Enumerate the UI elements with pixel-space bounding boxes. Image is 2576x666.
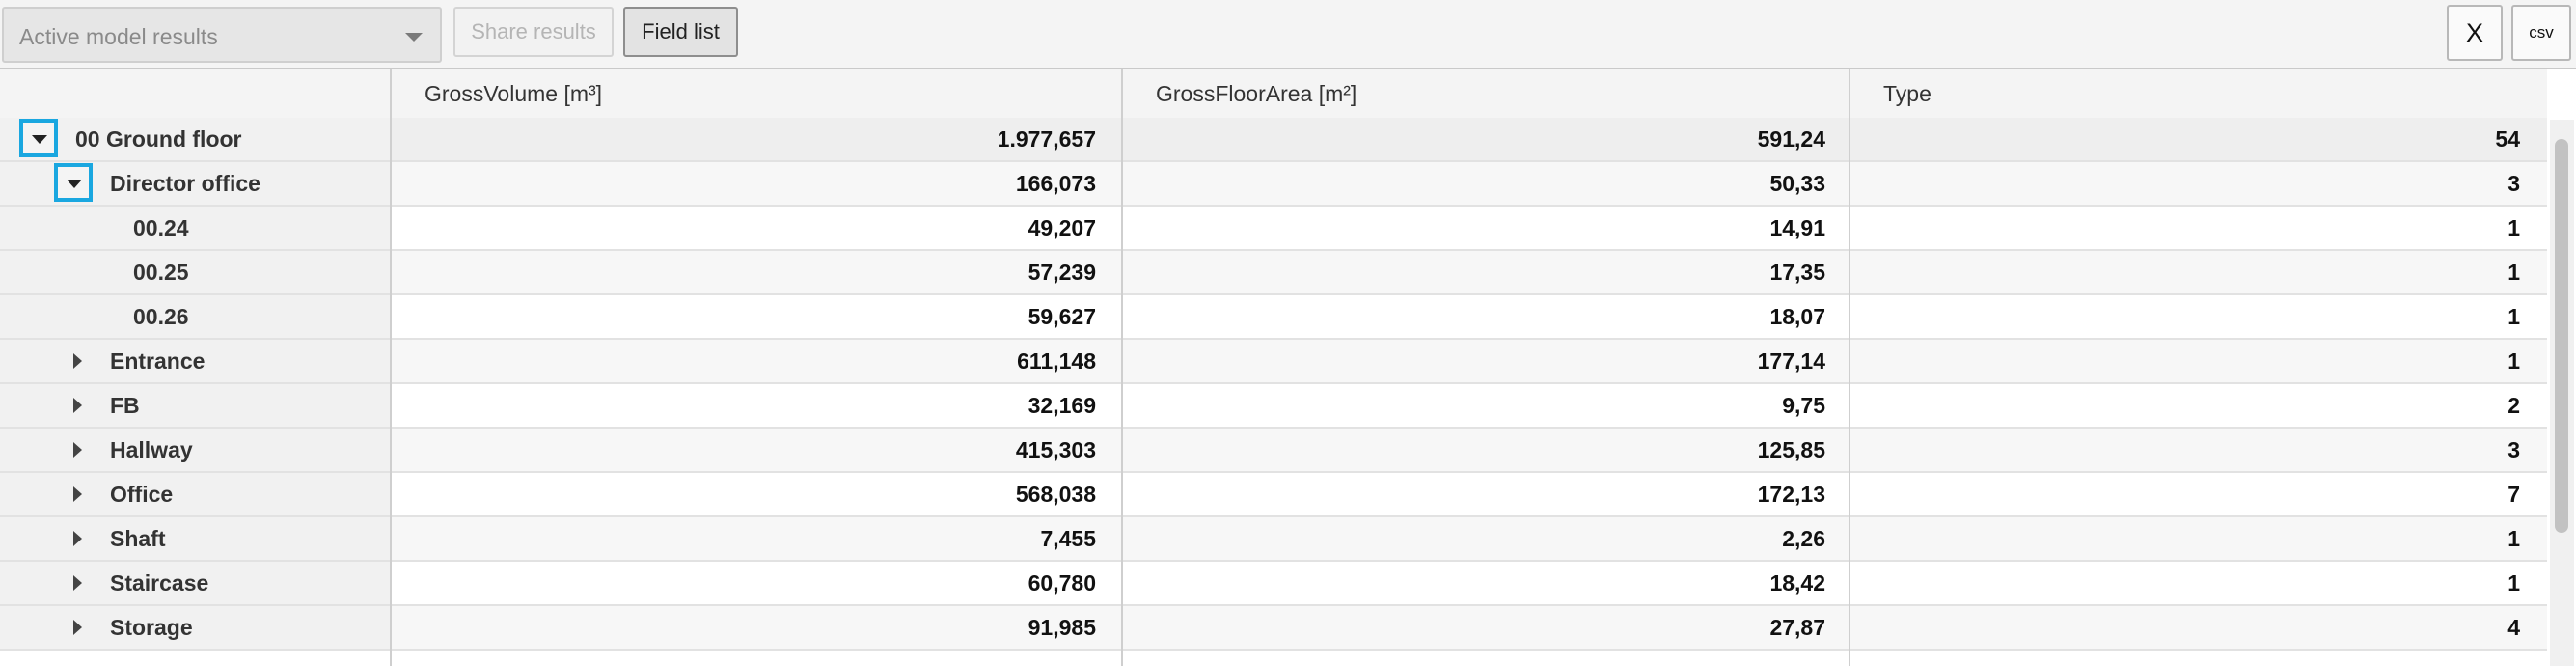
type-cell: 54 <box>2495 126 2520 152</box>
grossfloorarea-cell: 50,33 <box>1769 171 1825 196</box>
row-header: 00.26 <box>0 295 390 338</box>
grossfloorarea-cell: 177,14 <box>1757 348 1825 374</box>
row-label: 00 Ground floor <box>75 126 242 152</box>
results-dropdown-value: Active model results <box>19 24 218 49</box>
row-header: 00.25 <box>0 251 390 293</box>
grossvolume-cell: 7,455 <box>1040 526 1096 551</box>
caret-right-icon[interactable] <box>73 353 82 369</box>
row-header: FB <box>0 384 390 427</box>
table-row[interactable]: Office 568,038 172,13 7 <box>0 473 2547 517</box>
grossfloorarea-cell: 172,13 <box>1757 482 1825 507</box>
column-divider <box>390 69 392 666</box>
row-label: Director office <box>110 171 260 196</box>
row-header: 00.24 <box>0 207 390 249</box>
column-divider <box>1121 69 1123 666</box>
grossfloorarea-cell: 2,26 <box>1782 526 1825 551</box>
table-row[interactable]: FB 32,169 9,75 2 <box>0 384 2547 429</box>
caret-down-icon[interactable] <box>54 163 93 202</box>
table-row[interactable]: 00.24 49,207 14,91 1 <box>0 207 2547 251</box>
row-label: Hallway <box>110 437 193 462</box>
row-label: Shaft <box>110 526 166 551</box>
csv-export-button[interactable]: csv <box>2511 5 2571 61</box>
table-row[interactable]: Shaft 7,455 2,26 1 <box>0 517 2547 562</box>
row-label: 00.24 <box>133 215 189 240</box>
table-row[interactable]: Entrance 611,148 177,14 1 <box>0 340 2547 384</box>
column-header-type[interactable]: Type <box>1850 69 2547 118</box>
table-row[interactable]: 00 Ground floor 1.977,657 591,24 54 <box>0 118 2547 162</box>
field-list-button[interactable]: Field list <box>623 7 738 57</box>
column-divider <box>1849 69 1850 666</box>
table-row[interactable]: Director office 166,073 50,33 3 <box>0 162 2547 207</box>
grossfloorarea-cell: 9,75 <box>1782 393 1825 418</box>
caret-right-icon[interactable] <box>73 531 82 546</box>
type-cell: 1 <box>2507 348 2520 374</box>
type-cell: 4 <box>2507 615 2520 640</box>
column-header-grossvolume[interactable]: GrossVolume [m³] <box>392 69 1123 118</box>
grossvolume-cell: 1.977,657 <box>997 126 1096 152</box>
grid-header: GrossVolume [m³] GrossFloorArea [m²] Typ… <box>0 69 2547 121</box>
caret-right-icon[interactable] <box>73 398 82 413</box>
close-button[interactable]: X <box>2447 5 2503 61</box>
grossfloorarea-cell: 27,87 <box>1769 615 1825 640</box>
grossvolume-cell: 91,985 <box>1028 615 1096 640</box>
row-header: Hallway <box>0 429 390 471</box>
table-row[interactable]: Staircase 60,780 18,42 1 <box>0 562 2547 606</box>
row-label: 00.26 <box>133 304 189 329</box>
grossvolume-cell: 166,073 <box>1015 171 1096 196</box>
caret-right-icon[interactable] <box>73 486 82 502</box>
type-cell: 1 <box>2507 260 2520 285</box>
type-cell: 2 <box>2507 393 2520 418</box>
table-row[interactable]: 00.25 57,239 17,35 1 <box>0 251 2547 295</box>
grossvolume-cell: 49,207 <box>1028 215 1096 240</box>
share-results-button[interactable]: Share results <box>453 7 614 57</box>
grossvolume-cell: 60,780 <box>1028 570 1096 596</box>
row-label: 00.25 <box>133 260 189 285</box>
grossvolume-cell: 32,169 <box>1028 393 1096 418</box>
grossvolume-cell: 59,627 <box>1028 304 1096 329</box>
grossvolume-cell: 568,038 <box>1015 482 1096 507</box>
row-label: Entrance <box>110 348 206 374</box>
grossfloorarea-cell: 125,85 <box>1757 437 1825 462</box>
results-dropdown[interactable]: Active model results <box>2 7 442 63</box>
results-grid: GrossVolume [m³] GrossFloorArea [m²] Typ… <box>0 68 2576 666</box>
row-label: Storage <box>110 615 193 640</box>
column-header-grossfloorarea[interactable]: GrossFloorArea [m²] <box>1123 69 1854 118</box>
row-header: Director office <box>0 162 390 205</box>
grossfloorarea-cell: 591,24 <box>1757 126 1825 152</box>
grossfloorarea-cell: 18,42 <box>1769 570 1825 596</box>
table-row[interactable]: Storage 91,985 27,87 4 <box>0 606 2547 651</box>
row-label: Office <box>110 482 174 507</box>
row-header: Entrance <box>0 340 390 382</box>
type-cell: 1 <box>2507 570 2520 596</box>
row-header: Storage <box>0 606 390 649</box>
row-header: 00 Ground floor <box>0 118 390 160</box>
chevron-down-icon <box>405 33 423 42</box>
grossfloorarea-cell: 14,91 <box>1769 215 1825 240</box>
type-cell: 1 <box>2507 526 2520 551</box>
row-label: FB <box>110 393 140 418</box>
scrollbar-thumb[interactable] <box>2555 139 2568 533</box>
row-header: Staircase <box>0 562 390 604</box>
toolbar: Active model results Share results Field… <box>0 0 2576 68</box>
grossvolume-cell: 611,148 <box>1017 348 1096 374</box>
type-cell: 3 <box>2507 171 2520 196</box>
grossvolume-cell: 57,239 <box>1028 260 1096 285</box>
type-cell: 1 <box>2507 215 2520 240</box>
type-cell: 7 <box>2507 482 2520 507</box>
caret-down-icon[interactable] <box>19 119 58 157</box>
grossfloorarea-cell: 17,35 <box>1769 260 1825 285</box>
table-row[interactable]: Hallway 415,303 125,85 3 <box>0 429 2547 473</box>
grossfloorarea-cell: 18,07 <box>1769 304 1825 329</box>
row-header: Office <box>0 473 390 515</box>
caret-right-icon[interactable] <box>73 442 82 458</box>
vertical-scrollbar[interactable] <box>2550 120 2574 666</box>
row-label: Staircase <box>110 570 209 596</box>
row-header: Shaft <box>0 517 390 560</box>
table-row[interactable]: 00.26 59,627 18,07 1 <box>0 295 2547 340</box>
grossvolume-cell: 415,303 <box>1015 437 1096 462</box>
type-cell: 3 <box>2507 437 2520 462</box>
caret-right-icon[interactable] <box>73 575 82 591</box>
caret-right-icon[interactable] <box>73 620 82 635</box>
type-cell: 1 <box>2507 304 2520 329</box>
